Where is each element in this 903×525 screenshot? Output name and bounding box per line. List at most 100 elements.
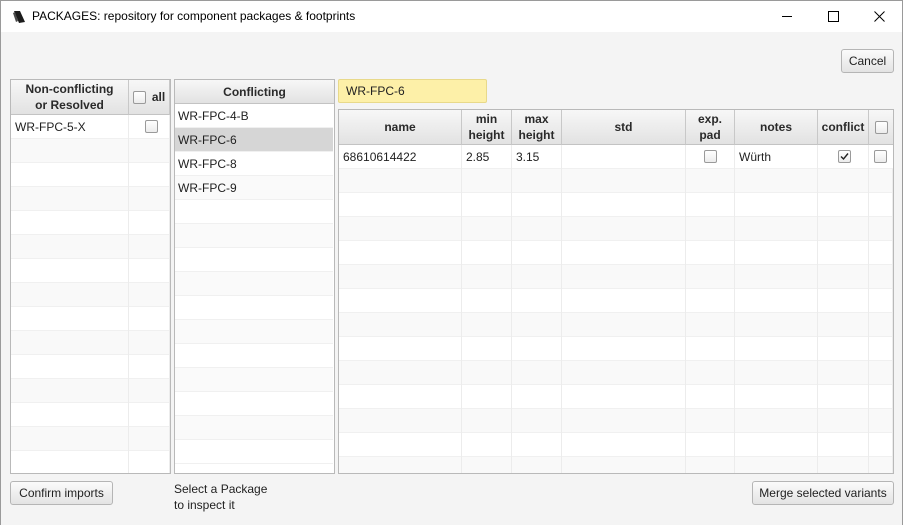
empty-cell [129, 355, 170, 379]
empty-cell [129, 259, 170, 283]
empty-cell [562, 169, 686, 193]
empty-cell [686, 361, 735, 385]
empty-table-row [11, 427, 170, 451]
empty-cell [735, 409, 818, 433]
empty-cell [686, 385, 735, 409]
empty-cell [462, 361, 512, 385]
empty-cell [562, 337, 686, 361]
empty-table-row [11, 355, 170, 379]
empty-cell [818, 313, 869, 337]
empty-cell [735, 217, 818, 241]
notes-column-header[interactable]: notes [735, 110, 818, 145]
maximize-button[interactable] [810, 1, 856, 32]
conflict-checkbox[interactable] [838, 150, 851, 163]
conflict-column-header[interactable]: conflict [818, 110, 869, 145]
empty-table-row [339, 361, 893, 385]
packages-window: PACKAGES: repository for component packa… [0, 0, 903, 525]
empty-cell [462, 241, 512, 265]
minimize-button[interactable] [764, 1, 810, 32]
empty-cell [686, 337, 735, 361]
min-height-column-header[interactable]: min height [462, 110, 512, 145]
empty-cell [462, 265, 512, 289]
empty-cell [562, 385, 686, 409]
table-row[interactable]: 68610614422 2.85 3.15 Würth [339, 145, 893, 169]
list-item[interactable]: WR-FPC-9 [175, 176, 333, 200]
empty-cell [686, 217, 735, 241]
variant-conflict-cell [818, 145, 869, 169]
empty-table-row [11, 403, 170, 427]
empty-cell [686, 289, 735, 313]
variant-min-height: 2.85 [462, 145, 512, 169]
empty-cell [462, 457, 512, 473]
std-column-header[interactable]: std [562, 110, 686, 145]
row-checkbox[interactable] [145, 120, 158, 133]
empty-cell [339, 457, 462, 473]
empty-list-row [175, 416, 333, 440]
variant-notes: Würth [735, 145, 818, 169]
empty-cell [735, 169, 818, 193]
package-name-field[interactable]: WR-FPC-6 [338, 79, 487, 103]
empty-cell [686, 409, 735, 433]
empty-cell [869, 457, 893, 473]
empty-cell [11, 211, 129, 235]
empty-cell [818, 169, 869, 193]
list-item[interactable]: WR-FPC-8 [175, 152, 333, 176]
empty-cell [129, 331, 170, 355]
empty-cell [869, 217, 893, 241]
empty-list-row [175, 296, 333, 320]
select-all-checkbox[interactable] [132, 90, 146, 104]
confirm-imports-button[interactable]: Confirm imports [10, 481, 113, 505]
empty-table-row [11, 283, 170, 307]
empty-cell [512, 409, 562, 433]
list-item[interactable]: WR-FPC-6 [175, 128, 333, 152]
max-height-column-header[interactable]: max height [512, 110, 562, 145]
empty-cell [129, 379, 170, 403]
empty-cell [339, 409, 462, 433]
cancel-button[interactable]: Cancel [841, 49, 894, 73]
empty-cell [339, 289, 462, 313]
variants-table: name min height max height std exp. pad … [338, 109, 894, 474]
empty-cell [339, 433, 462, 457]
app-icon [11, 9, 27, 25]
exp-pad-checkbox[interactable] [704, 150, 717, 163]
select-all-variants-checkbox[interactable] [874, 120, 888, 134]
empty-cell [129, 451, 170, 473]
empty-cell [339, 217, 462, 241]
empty-table-row [339, 337, 893, 361]
empty-cell [686, 169, 735, 193]
empty-cell [735, 289, 818, 313]
exp-pad-column-header[interactable]: exp. pad [686, 110, 735, 145]
empty-cell [11, 139, 129, 163]
empty-cell [462, 193, 512, 217]
empty-cell [735, 361, 818, 385]
empty-table-row [339, 217, 893, 241]
empty-cell [129, 139, 170, 163]
empty-cell [129, 235, 170, 259]
table-row[interactable]: WR-FPC-5-X [11, 115, 170, 139]
empty-cell [869, 385, 893, 409]
empty-table-row [339, 409, 893, 433]
close-button[interactable] [856, 1, 902, 32]
empty-cell [562, 265, 686, 289]
empty-cell [11, 283, 129, 307]
empty-list-row [175, 320, 333, 344]
empty-cell [869, 409, 893, 433]
empty-cell [462, 385, 512, 409]
variant-exp-pad-cell [686, 145, 735, 169]
package-name: WR-FPC-5-X [11, 115, 129, 139]
merge-variants-button[interactable]: Merge selected variants [752, 481, 894, 505]
empty-cell [339, 361, 462, 385]
empty-cell [818, 193, 869, 217]
empty-cell [818, 289, 869, 313]
list-item[interactable]: WR-FPC-4-B [175, 104, 333, 128]
empty-table-row [339, 457, 893, 473]
empty-cell [339, 385, 462, 409]
empty-cell [512, 289, 562, 313]
variant-std [562, 145, 686, 169]
variant-select-checkbox[interactable] [874, 150, 887, 163]
empty-cell [512, 169, 562, 193]
empty-cell [512, 337, 562, 361]
name-column-header[interactable]: name [339, 110, 462, 145]
empty-cell [562, 289, 686, 313]
empty-cell [869, 433, 893, 457]
